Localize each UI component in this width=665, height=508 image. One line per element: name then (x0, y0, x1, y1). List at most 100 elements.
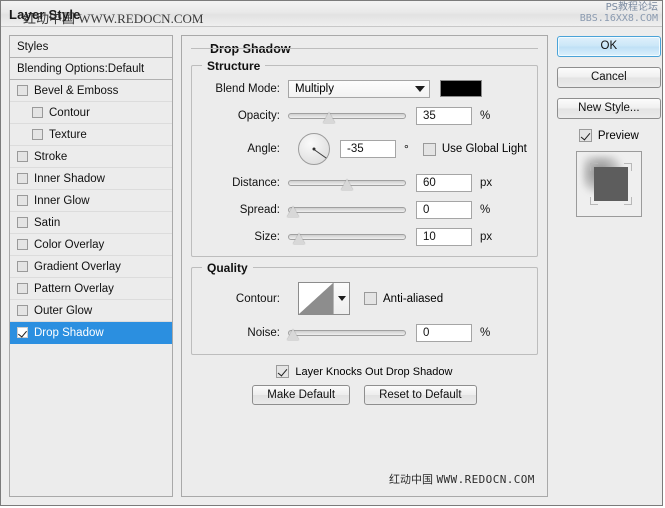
checkbox-inner-shadow[interactable] (17, 173, 28, 184)
ok-button[interactable]: OK (556, 36, 661, 57)
sidebar-item-label: Stroke (34, 150, 68, 163)
size-label: Size: (254, 230, 280, 243)
sidebar-item-texture[interactable]: Texture (10, 124, 172, 146)
sidebar-item-label: Bevel & Emboss (34, 84, 119, 97)
layer-knocks-out-option[interactable]: Layer Knocks Out Drop Shadow (191, 365, 538, 378)
checkbox-use-global-light[interactable] (422, 142, 436, 156)
sidebar-item-label: Gradient Overlay (34, 260, 121, 273)
spread-input[interactable]: 0 (416, 200, 472, 219)
blend-mode-row: Blend Mode: Multiply (202, 78, 527, 99)
use-global-light-label: Use Global Light (441, 143, 527, 155)
checkbox-anti-aliased[interactable] (364, 292, 377, 305)
checkbox-layer-knocks-out[interactable] (276, 365, 290, 378)
sidebar-item-bevel-emboss[interactable]: Bevel & Emboss (10, 80, 172, 102)
watermark-top-right: PS教程论坛 BBS.16XX8.COM (580, 2, 658, 24)
size-slider-track[interactable] (288, 233, 406, 240)
anti-aliased-option[interactable]: Anti-aliased (364, 292, 443, 305)
preview-label: Preview (597, 129, 639, 142)
contour-dropdown-button[interactable] (333, 283, 349, 314)
distance-unit: px (480, 176, 493, 189)
sidebar-item-blending-options[interactable]: Blending Options:Default (10, 58, 172, 80)
distance-slider-thumb[interactable] (341, 179, 354, 190)
angle-dial-needle (313, 149, 327, 159)
sidebar-item-inner-glow[interactable]: Inner Glow (10, 190, 172, 212)
preview-mark-bottom-left (589, 197, 598, 205)
layer-knocks-out-label: Layer Knocks Out Drop Shadow (295, 365, 453, 378)
size-unit: px (480, 230, 493, 243)
checkbox-outer-glow[interactable] (17, 305, 28, 316)
reset-to-default-button[interactable]: Reset to Default (364, 385, 477, 405)
checkbox-gradient-overlay[interactable] (17, 261, 28, 272)
sidebar-item-color-overlay[interactable]: Color Overlay (10, 234, 172, 256)
title-bar: Layer Style 红动中国 WWW.REDOCN.COM PS教程论坛 B… (1, 1, 662, 27)
spread-row: Spread: 0 % (202, 199, 527, 220)
spread-slider-track[interactable] (288, 206, 406, 213)
checkbox-drop-shadow[interactable] (17, 327, 28, 338)
noise-slider-track[interactable] (288, 329, 406, 336)
checkbox-texture[interactable] (32, 129, 43, 140)
sidebar-item-contour[interactable]: Contour (10, 102, 172, 124)
noise-slider-thumb[interactable] (287, 329, 300, 340)
checkbox-contour[interactable] (32, 107, 43, 118)
sidebar-item-pattern-overlay[interactable]: Pattern Overlay (10, 278, 172, 300)
checkbox-bevel-emboss[interactable] (17, 85, 28, 96)
noise-input[interactable]: 0 (416, 323, 472, 342)
watermark-title-overlay: 红动中国 WWW.REDOCN.COM (23, 11, 204, 26)
angle-dial-hub (312, 147, 316, 151)
default-buttons-row: Make Default Reset to Default (191, 385, 538, 405)
size-slider[interactable] (288, 228, 406, 246)
angle-dial[interactable] (298, 133, 330, 165)
contour-picker[interactable] (298, 282, 350, 315)
preview-mark-top-left (589, 163, 598, 171)
contour-preview-icon (299, 283, 333, 314)
blend-mode-label: Blend Mode: (215, 82, 280, 95)
opacity-slider-thumb[interactable] (323, 112, 336, 123)
checkbox-inner-glow[interactable] (17, 195, 28, 206)
spread-slider[interactable] (288, 201, 406, 219)
sidebar-item-drop-shadow[interactable]: Drop Shadow (10, 322, 172, 344)
sidebar-item-label: Color Overlay (34, 238, 105, 251)
new-style-button[interactable]: New Style... (556, 98, 661, 119)
sidebar-item-stroke[interactable]: Stroke (10, 146, 172, 168)
preview-crop-marks (589, 163, 632, 205)
watermark-bottom-en: WWW.REDOCN.COM (436, 473, 535, 486)
opacity-slider-track[interactable] (288, 112, 406, 119)
sidebar-item-outer-glow[interactable]: Outer Glow (10, 300, 172, 322)
distance-slider[interactable] (288, 174, 406, 192)
opacity-row: Opacity: 35 % (202, 105, 527, 126)
opacity-slider[interactable] (288, 107, 406, 125)
make-default-button[interactable]: Make Default (252, 385, 351, 405)
noise-slider[interactable] (288, 324, 406, 342)
watermark-bottom-cn: 红动中国 (389, 473, 434, 486)
blend-mode-select[interactable]: Multiply (288, 79, 430, 98)
panel-title: Drop Shadow (205, 42, 296, 56)
checkbox-stroke[interactable] (17, 151, 28, 162)
noise-row: Noise: 0 % (202, 322, 527, 343)
cancel-button[interactable]: Cancel (556, 67, 661, 88)
shadow-color-swatch[interactable] (440, 80, 482, 97)
distance-input[interactable]: 60 (416, 173, 472, 192)
size-input[interactable]: 10 (416, 227, 472, 246)
noise-unit: % (480, 326, 491, 339)
checkbox-color-overlay[interactable] (17, 239, 28, 250)
preview-option[interactable]: Preview (557, 129, 661, 142)
angle-input[interactable]: -35 (340, 140, 396, 158)
checkbox-preview[interactable] (578, 129, 592, 142)
checkbox-satin[interactable] (17, 217, 28, 228)
opacity-input[interactable]: 35 (416, 106, 472, 125)
styles-list-panel[interactable]: Styles Blending Options:Default Bevel & … (9, 35, 173, 497)
sidebar-item-label: Inner Shadow (34, 172, 105, 185)
sidebar-item-gradient-overlay[interactable]: Gradient Overlay (10, 256, 172, 278)
sidebar-item-inner-shadow[interactable]: Inner Shadow (10, 168, 172, 190)
styles-list-header[interactable]: Styles (10, 36, 172, 58)
use-global-light-option[interactable]: Use Global Light (422, 142, 527, 156)
size-row: Size: 10 px (202, 226, 527, 247)
size-slider-thumb[interactable] (293, 233, 306, 244)
checkbox-pattern-overlay[interactable] (17, 283, 28, 294)
structure-group: Structure Blend Mode: Multiply Opacity: (191, 59, 538, 257)
spread-slider-thumb[interactable] (287, 206, 300, 217)
watermark-top-right-line1: PS教程论坛 (605, 2, 658, 13)
sidebar-item-label: Pattern Overlay (34, 282, 114, 295)
sidebar-item-satin[interactable]: Satin (10, 212, 172, 234)
sidebar-item-label: Contour (49, 106, 90, 119)
